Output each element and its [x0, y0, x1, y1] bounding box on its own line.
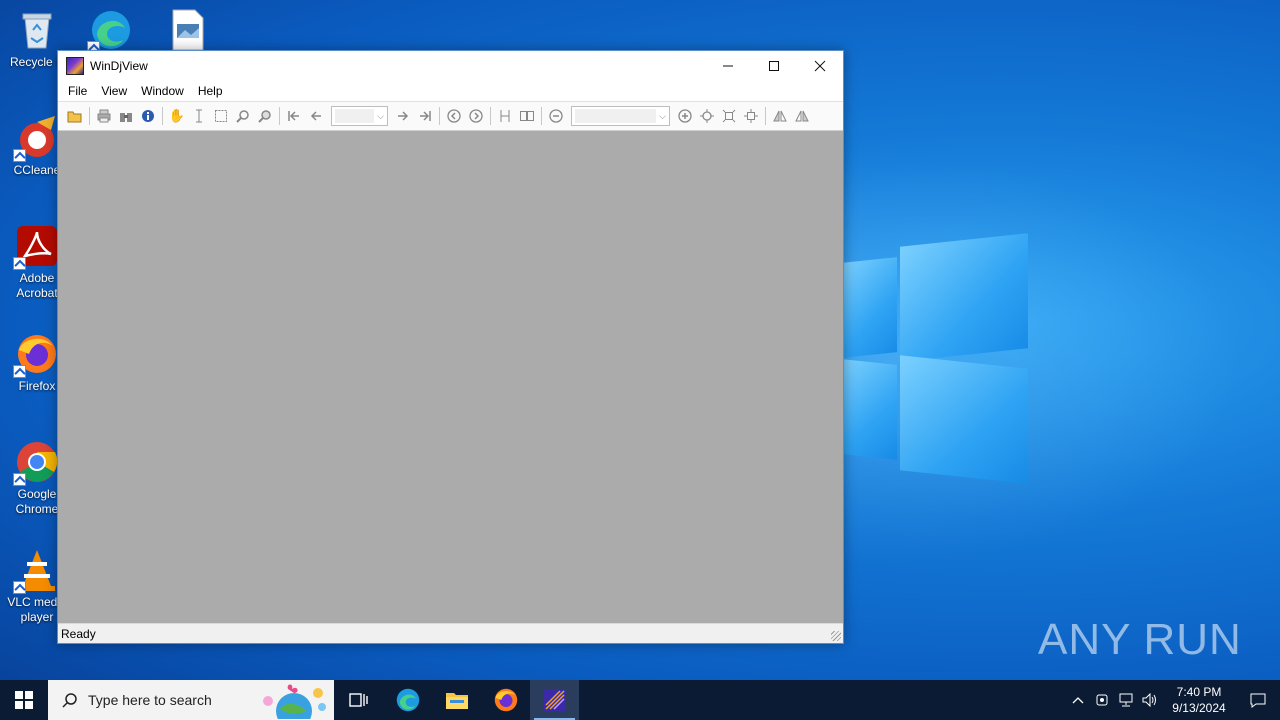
- windjview-icon: [543, 689, 566, 711]
- vlc-icon: [13, 548, 59, 594]
- show-hidden-icons-chevron-icon[interactable]: [1066, 680, 1090, 720]
- resize-grip-icon[interactable]: [831, 631, 841, 641]
- image-file-icon: [165, 8, 209, 52]
- window-title: WinDjView: [90, 59, 148, 73]
- taskbar-clock[interactable]: 7:40 PM 9/13/2024: [1162, 684, 1236, 716]
- recycle-bin-icon: [15, 8, 59, 52]
- windjview-window: WinDjView File View Window Help ✋ ⌵ ⌵ Re…: [57, 50, 844, 644]
- fit-width-icon[interactable]: [718, 105, 740, 127]
- edge-icon: [396, 688, 419, 712]
- toolbar-separator: [279, 107, 280, 125]
- fit-page-icon[interactable]: [696, 105, 718, 127]
- status-text: Ready: [61, 626, 96, 641]
- windjview-app-icon[interactable]: [66, 57, 84, 75]
- first-page-icon[interactable]: [283, 105, 305, 127]
- menu-window[interactable]: Window: [134, 84, 191, 98]
- next-page-icon[interactable]: [392, 105, 414, 127]
- taskbar-edge[interactable]: [383, 680, 432, 720]
- start-button[interactable]: [0, 680, 48, 720]
- file-explorer-icon: [445, 693, 468, 709]
- search-icon: [62, 693, 77, 708]
- toolbar: ✋ ⌵ ⌵: [58, 101, 843, 131]
- zoom-icon[interactable]: [232, 105, 254, 127]
- action-center-icon[interactable]: [1236, 680, 1280, 720]
- single-page-icon[interactable]: [494, 105, 516, 127]
- menu-file[interactable]: File: [61, 84, 94, 98]
- close-button[interactable]: [797, 51, 843, 81]
- zoom-out-icon[interactable]: [545, 105, 567, 127]
- chrome-icon: [13, 440, 59, 486]
- windows-logo-wallpaper: [842, 233, 1032, 484]
- acrobat-icon: [13, 224, 59, 270]
- meet-now-icon[interactable]: [1090, 680, 1114, 720]
- taskbar-search-box[interactable]: Type here to search: [48, 680, 334, 720]
- actual-size-icon[interactable]: [740, 105, 762, 127]
- last-page-icon[interactable]: [414, 105, 436, 127]
- toolbar-separator: [541, 107, 542, 125]
- chevron-down-icon: ⌵: [377, 110, 384, 121]
- print-icon[interactable]: [93, 105, 115, 127]
- maximize-button[interactable]: [751, 51, 797, 81]
- desktop-icon-edge[interactable]: [74, 8, 148, 55]
- watermark-text-right: RUN: [1143, 615, 1242, 664]
- toolbar-separator: [765, 107, 766, 125]
- hand-icon[interactable]: ✋: [166, 105, 188, 127]
- two-page-icon[interactable]: [516, 105, 538, 127]
- open-icon[interactable]: [64, 105, 86, 127]
- watermark-text-left: ANY: [1038, 615, 1132, 664]
- minimize-button[interactable]: [705, 51, 751, 81]
- info-icon[interactable]: [137, 105, 159, 127]
- forward-icon[interactable]: [465, 105, 487, 127]
- taskbar: Type here to search 7:40 PM 9/13/2024: [0, 680, 1280, 720]
- rect-select-icon[interactable]: [210, 105, 232, 127]
- find-icon[interactable]: [115, 105, 137, 127]
- rotate-left-icon[interactable]: [769, 105, 791, 127]
- search-placeholder: Type here to search: [88, 692, 212, 708]
- ccleaner-icon: [13, 116, 59, 162]
- rotate-right-icon[interactable]: [791, 105, 813, 127]
- task-view-button[interactable]: [334, 680, 383, 720]
- clock-date: 9/13/2024: [1172, 701, 1226, 715]
- task-view-icon: [348, 693, 368, 707]
- text-select-icon[interactable]: [188, 105, 210, 127]
- menu-help[interactable]: Help: [191, 84, 230, 98]
- status-bar: Ready: [58, 623, 843, 643]
- menu-bar: File View Window Help: [58, 81, 843, 101]
- zoom-in-icon[interactable]: [674, 105, 696, 127]
- toolbar-separator: [89, 107, 90, 125]
- menu-view[interactable]: View: [94, 84, 134, 98]
- page-number-combo[interactable]: ⌵: [331, 106, 388, 126]
- volume-icon[interactable]: [1138, 680, 1162, 720]
- toolbar-separator: [490, 107, 491, 125]
- taskbar-windjview[interactable]: [530, 680, 579, 720]
- toolbar-separator: [439, 107, 440, 125]
- back-icon[interactable]: [443, 105, 465, 127]
- system-tray: 7:40 PM 9/13/2024: [1066, 680, 1280, 720]
- windows-start-icon: [15, 691, 33, 709]
- clock-time: 7:40 PM: [1176, 685, 1222, 699]
- taskbar-firefox[interactable]: [481, 680, 530, 720]
- taskbar-file-explorer[interactable]: [432, 680, 481, 720]
- desktop-icon-image-file[interactable]: [150, 8, 224, 55]
- document-view-area[interactable]: [58, 131, 843, 623]
- title-bar[interactable]: WinDjView: [58, 51, 843, 81]
- edge-icon: [87, 8, 133, 54]
- toolbar-separator: [162, 107, 163, 125]
- network-icon[interactable]: [1114, 680, 1138, 720]
- firefox-icon: [13, 332, 59, 378]
- magnify-icon[interactable]: [254, 105, 276, 127]
- anyrun-watermark: ANY RUN: [1038, 610, 1242, 670]
- zoom-level-combo[interactable]: ⌵: [571, 106, 670, 126]
- firefox-icon: [494, 688, 517, 712]
- search-highlight-illustration-icon: [263, 684, 326, 719]
- prev-page-icon[interactable]: [305, 105, 327, 127]
- chevron-down-icon: ⌵: [659, 110, 666, 121]
